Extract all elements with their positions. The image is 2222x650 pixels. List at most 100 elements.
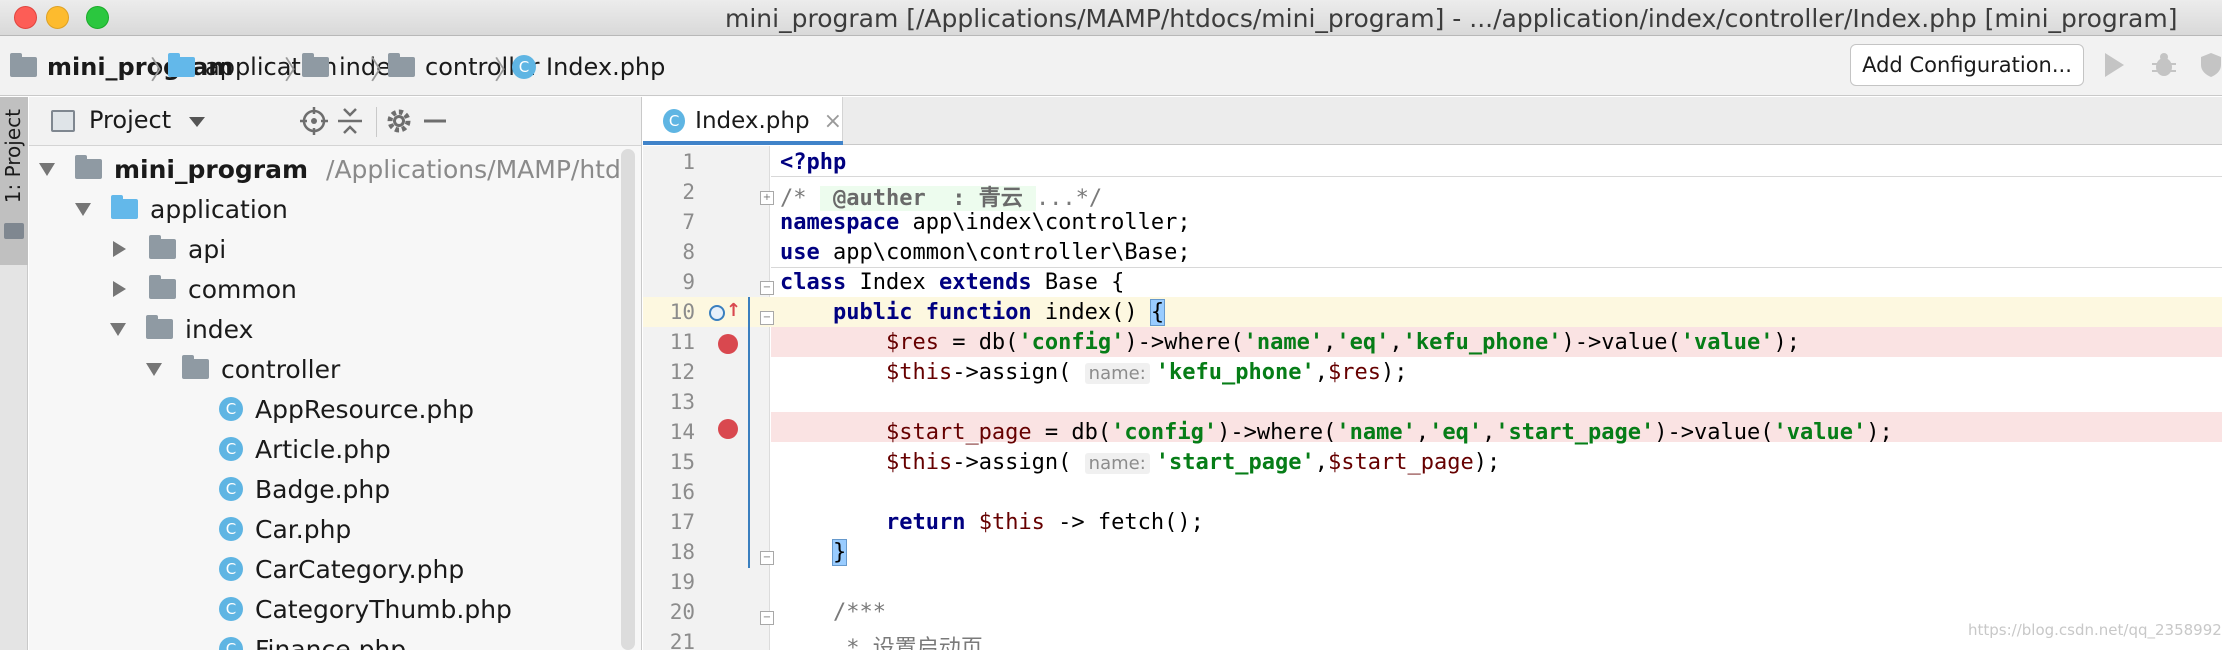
project-panel-scrollbar[interactable] [621,149,635,650]
zoom-window-button[interactable] [86,6,109,29]
watermark: https://blog.csdn.net/qq_23589923 [1968,621,2222,639]
code-line: class Index extends Base { [780,270,1125,295]
project-tool-tab[interactable]: 1: Project [0,97,28,265]
chevron-down-icon[interactable] [110,322,126,336]
folder-icon [168,53,195,77]
breakpoint-icon[interactable] [718,419,738,439]
project-tool-label: 1: Project [1,109,25,204]
tree-item-file[interactable]: C Car.php [219,509,351,549]
folder-icon [149,235,176,259]
parameter-hint: name: [1084,363,1150,384]
vcs-change-marker[interactable] [748,297,750,568]
breakpoint-icon[interactable] [718,334,738,354]
project-view-icon [51,110,75,132]
line-number: 10 [669,300,695,324]
code-line: return $this -> fetch(); [885,510,1204,535]
close-icon[interactable]: × [824,109,842,134]
code-line: /*** [832,600,886,625]
php-class-icon: C [663,109,686,133]
tree-item-common[interactable]: common [110,269,297,309]
tree-item-mini-program[interactable]: mini_program /Applications/MAMP/htdo [39,149,636,189]
folder-icon [111,195,138,219]
minimize-window-button[interactable] [46,6,69,29]
navigation-bar: mini_program 〉 application 〉 index 〉 con… [0,36,2222,96]
tree-item-application[interactable]: application [75,189,288,229]
code-line: $res = db('config')->where('name','eq','… [885,330,1800,355]
tree-item-file[interactable]: C Article.php [219,429,391,469]
folder-icon [146,315,173,339]
fold-icon[interactable]: − [760,551,774,565]
collapse-all-icon[interactable] [336,107,364,135]
folder-icon [4,223,24,239]
tool-window-strip: 1: Project [0,97,28,650]
line-number: 11 [669,330,695,354]
line-number: 21 [669,630,695,650]
debug-icon[interactable] [2152,52,2176,78]
parameter-hint: name: [1084,453,1150,474]
title-bar: mini_program [/Applications/MAMP/htdocs/… [0,0,2222,36]
line-number: 19 [669,570,695,594]
code-line: $this->assign( name:'kefu_phone',$res); [885,360,1408,385]
tree-item-controller[interactable]: controller [146,349,340,389]
editor-tab-bar: C Index.php × [643,97,2222,145]
project-panel: Project mini_program /Applications/MAMP/… [29,97,642,650]
php-class-icon: C [219,597,243,621]
project-panel-header: Project [29,97,641,146]
folder-icon [149,275,176,299]
close-window-button[interactable] [14,6,37,29]
code-line: * 设置启动页 [832,636,983,650]
fold-icon[interactable]: − [760,611,774,625]
chevron-down-icon[interactable] [39,162,55,176]
active-tab-indicator [643,141,843,145]
chevron-down-icon[interactable] [146,362,162,376]
line-number: 7 [682,210,695,234]
locate-icon[interactable] [300,107,328,135]
code-line: } [831,539,848,566]
tree-item-file[interactable]: C Finance.php [219,629,406,650]
tree-item-api[interactable]: api [110,229,226,269]
line-number: 12 [669,360,695,384]
line-number: 2 [682,180,695,204]
line-number: 17 [669,510,695,534]
tab-index-php[interactable]: C Index.php × [643,97,843,145]
method-separator [771,267,2222,268]
arrow-up-icon: ↑ [726,300,742,321]
chevron-down-icon[interactable] [189,117,205,127]
tree-item-file[interactable]: C CategoryThumb.php [219,589,512,629]
php-class-icon: C [219,437,243,461]
chevron-right-icon[interactable] [113,281,126,297]
tree-item-file[interactable]: C CarCategory.php [219,549,464,589]
php-class-icon: C [219,637,243,650]
fold-icon[interactable]: + [760,191,774,205]
folder-icon [388,53,415,77]
code-line: $start_page = db('config')->where('name'… [885,420,1893,445]
add-configuration-button[interactable]: Add Configuration... [1850,44,2084,86]
php-class-icon: C [219,477,243,501]
implements-icon[interactable] [709,305,725,321]
code-line: namespace app\index\controller; [780,210,1191,235]
run-icon[interactable] [2105,53,2124,77]
code-line: use app\common\controller\Base; [780,240,1191,265]
php-class-icon: C [219,517,243,541]
header-divider [376,107,377,137]
chevron-right-icon[interactable] [113,241,126,257]
fold-icon[interactable]: − [760,311,774,325]
tree-item-index[interactable]: index [110,309,253,349]
php-class-icon: C [512,55,536,79]
line-number: 1 [682,150,695,174]
tree-item-file[interactable]: C Badge.php [219,469,390,509]
code-line: /* @auther : 青云 ...*/ [780,186,1103,211]
project-panel-title[interactable]: Project [89,106,171,134]
fold-icon[interactable]: − [760,281,774,295]
minimize-icon[interactable] [421,107,449,135]
gear-icon[interactable] [385,107,413,135]
code-line: public function index() { [832,299,1166,326]
php-class-icon: C [219,397,243,421]
chevron-down-icon[interactable] [75,202,91,216]
line-number: 8 [682,240,695,264]
coverage-icon[interactable] [2200,52,2222,78]
breadcrumb-file[interactable]: C Index.php [512,51,665,83]
tree-item-file[interactable]: C AppResource.php [219,389,474,429]
folder-icon [302,53,329,77]
line-number: 16 [669,480,695,504]
